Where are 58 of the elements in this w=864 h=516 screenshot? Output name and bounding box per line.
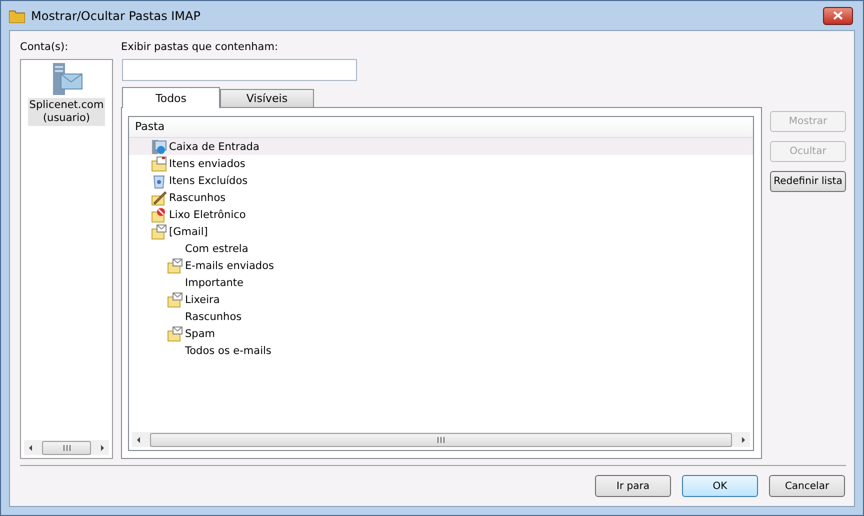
inbox-icon bbox=[151, 138, 167, 154]
server-mail-icon bbox=[50, 62, 82, 96]
dialog-button[interactable]: Cancelar bbox=[769, 475, 845, 497]
folder-row[interactable]: Rascunhos bbox=[129, 308, 753, 325]
folder-name: Todos os e-mails bbox=[185, 344, 272, 356]
mail-folder-icon bbox=[167, 292, 183, 308]
folder-blocked-icon bbox=[151, 206, 167, 222]
folder-row[interactable]: [Gmail] bbox=[129, 223, 753, 240]
scroll-right-icon[interactable] bbox=[98, 444, 106, 452]
folder-name: Itens Excluídos bbox=[169, 174, 248, 186]
folder-name: Com estrela bbox=[185, 242, 248, 254]
folder-row[interactable]: Itens enviados bbox=[129, 155, 753, 172]
scroll-right-icon[interactable] bbox=[739, 436, 747, 444]
folder-name: Rascunhos bbox=[169, 192, 226, 204]
recycle-bin-icon bbox=[151, 172, 167, 188]
grip-icon bbox=[62, 444, 72, 450]
folder-name: Itens enviados bbox=[169, 158, 246, 170]
folder-row[interactable]: Lixo Eletrônico bbox=[129, 206, 753, 223]
dialog-button[interactable]: OK bbox=[682, 475, 758, 497]
folder-name: E-mails enviados bbox=[185, 260, 274, 272]
folder-row[interactable]: Importante bbox=[129, 274, 753, 291]
folder-row[interactable]: Caixa de Entrada bbox=[129, 138, 753, 155]
folder-row[interactable]: Lixeira bbox=[129, 291, 753, 308]
folder-name: Spam bbox=[185, 328, 215, 340]
folder-icon bbox=[9, 8, 25, 22]
folder-name: Lixeira bbox=[185, 294, 220, 306]
horizontal-scrollbar[interactable] bbox=[132, 432, 750, 447]
folder-name: Caixa de Entrada bbox=[169, 140, 260, 152]
horizontal-scrollbar[interactable] bbox=[24, 440, 109, 455]
scroll-left-icon[interactable] bbox=[135, 436, 143, 444]
mail-folder-icon bbox=[151, 224, 167, 240]
grip-icon bbox=[436, 436, 446, 442]
folder-row[interactable]: Rascunhos bbox=[129, 189, 753, 206]
mail-folder-icon bbox=[167, 258, 183, 274]
close-button[interactable] bbox=[823, 6, 853, 24]
folder-row[interactable]: Com estrela bbox=[129, 240, 753, 257]
window-title: Mostrar/Ocultar Pastas IMAP bbox=[31, 8, 200, 22]
mail-folder-icon bbox=[167, 326, 183, 342]
accounts-label: Conta(s): bbox=[20, 41, 70, 55]
folder-row[interactable]: E-mails enviados bbox=[129, 257, 753, 274]
folder-row[interactable]: Spam bbox=[129, 325, 753, 342]
dialog-button[interactable]: Ir para bbox=[595, 475, 671, 497]
folder-name: Rascunhos bbox=[185, 310, 242, 322]
close-icon bbox=[833, 11, 843, 20]
folder-name: Importante bbox=[185, 276, 244, 288]
pencil-icon bbox=[151, 190, 167, 206]
folder-row[interactable]: Itens Excluídos bbox=[129, 172, 753, 189]
side-button[interactable]: Redefinir lista bbox=[770, 171, 846, 192]
folder-row[interactable]: Todos os e-mails bbox=[129, 342, 753, 359]
filter-field[interactable] bbox=[122, 59, 357, 81]
tab[interactable]: Visíveis bbox=[220, 89, 314, 107]
folder-icon bbox=[151, 156, 167, 172]
tab[interactable]: Todos bbox=[122, 87, 220, 108]
account-item[interactable]: Splicenet.com (usuario) bbox=[28, 98, 105, 126]
scroll-left-icon[interactable] bbox=[27, 444, 35, 452]
filter-label: Exibir pastas que contenham: bbox=[121, 41, 279, 55]
folder-name: Lixo Eletrônico bbox=[169, 208, 246, 220]
folder-name: [Gmail] bbox=[169, 226, 208, 238]
